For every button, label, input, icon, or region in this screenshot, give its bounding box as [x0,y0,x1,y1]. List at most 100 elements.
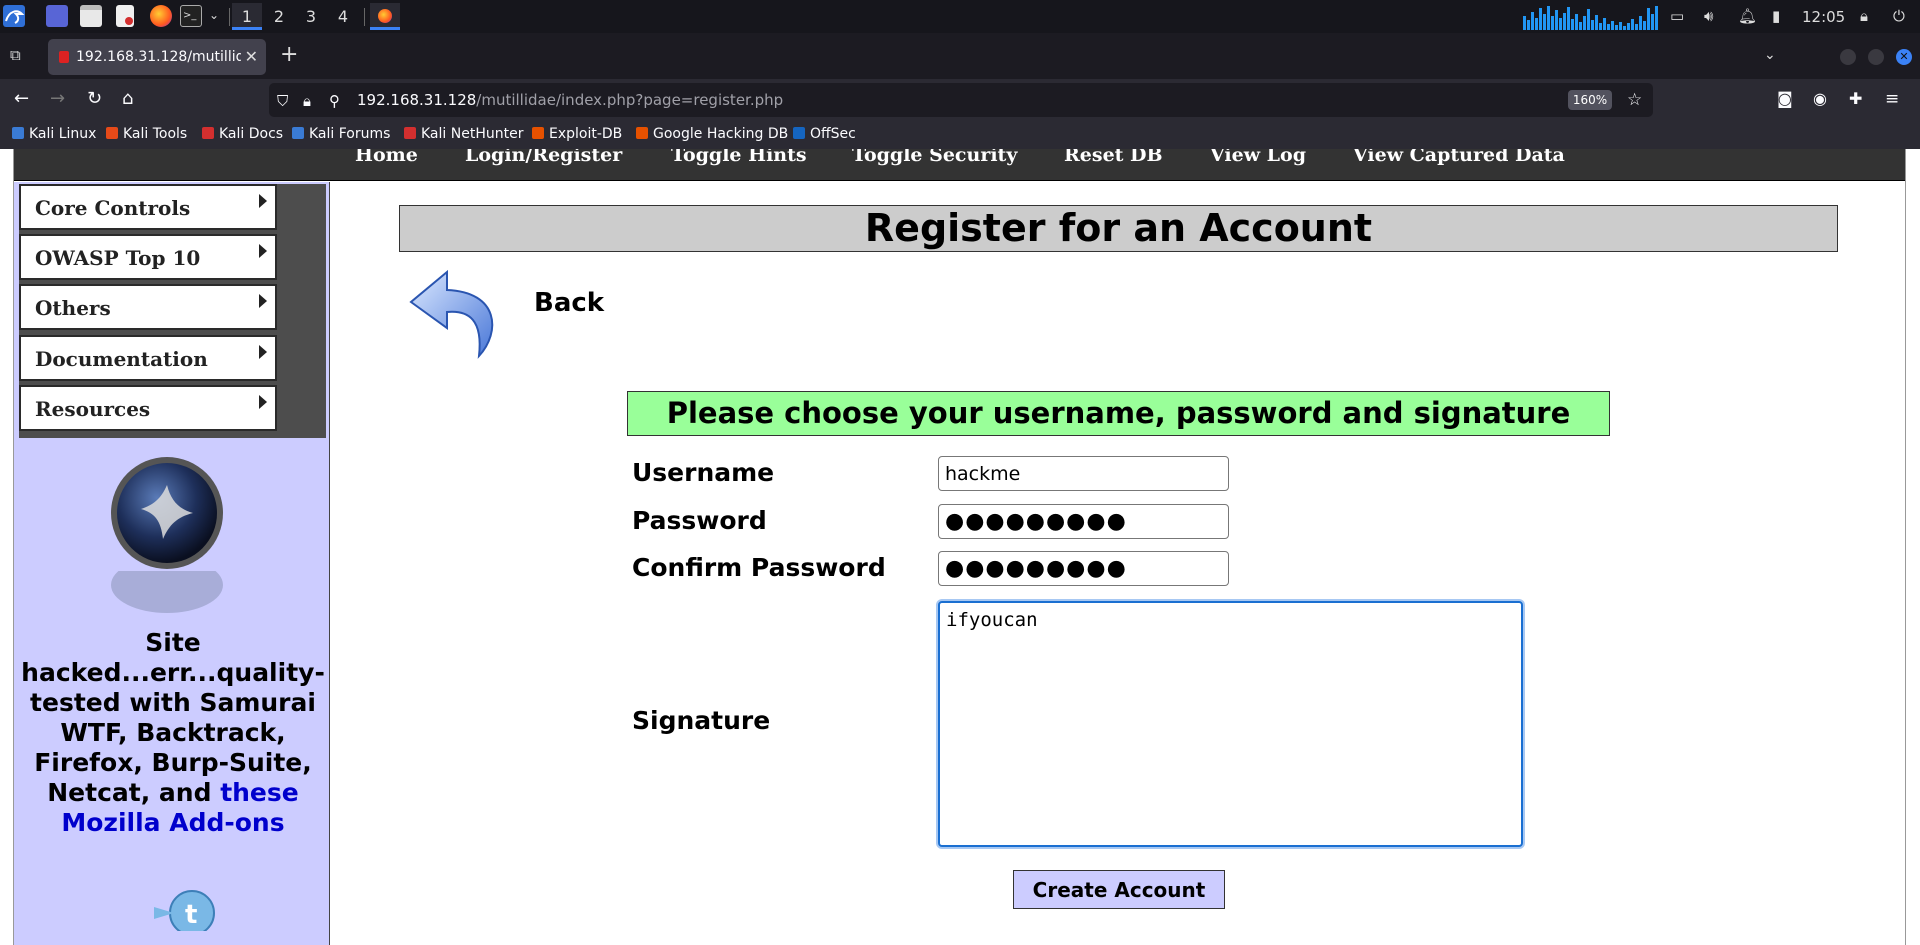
bookmark-exploit-db[interactable]: Exploit-DB [532,126,622,142]
page-border-right [1905,149,1906,945]
bookmark-kali-linux[interactable]: Kali Linux [12,126,96,142]
page-title: Register for an Account [399,205,1838,252]
lock-icon[interactable]: 🔒︎ [1860,8,1868,24]
home-icon[interactable]: ⌂ [122,88,133,110]
new-tab-button[interactable]: + [280,44,298,66]
desktop-icon[interactable] [46,5,68,27]
shield-icon[interactable]: ⛉ [277,90,288,112]
kali-menu-icon[interactable] [3,5,25,27]
firefox-icon[interactable] [150,5,172,27]
bookmark-kali-tools[interactable]: Kali Tools [106,126,187,142]
firefox-icon [378,9,392,23]
browser-toolbar: ← → ↻ ⌂ ⛉ 🔒︎ ⚲ 192.168.31.128/mutillidae… [0,79,1920,121]
site-favicon-icon [59,51,69,63]
files-icon[interactable] [80,5,102,27]
submenu-arrow-icon [259,395,267,409]
web-page: Home Login/Register Toggle Hints Toggle … [0,149,1920,945]
battery-icon: ▮ [1772,7,1781,25]
url-bar[interactable]: ⛉ 🔒︎ ⚲ 192.168.31.128/mutillidae/index.p… [269,83,1653,117]
back-nav-icon[interactable]: ← [14,88,29,110]
zoom-level-badge[interactable]: 160% [1568,90,1612,110]
kali-nethunter-icon [404,127,416,139]
dropdown-icon[interactable]: ⌄ [209,7,219,23]
url-host: 192.168.31.128 [357,91,477,109]
extensions-icon[interactable]: ✚ [1849,88,1862,110]
top-menu-bar: Home Login/Register Toggle Hints Toggle … [14,149,1905,181]
reload-icon[interactable]: ↻ [87,88,102,110]
volume-icon[interactable]: 🔊︎ [1704,8,1713,24]
exploit-db-icon [532,127,544,139]
bookmark-star-icon[interactable]: ☆ [1627,89,1642,111]
menu-toggle-security[interactable]: Toggle Security [852,149,1017,165]
taskbar-separator [364,8,365,26]
sidebar-item-label: OWASP Top 10 [35,246,201,270]
sidebar-item-resources[interactable]: Resources [19,385,277,431]
minimize-window-icon[interactable] [1840,49,1856,65]
menu-view-log[interactable]: View Log [1210,149,1306,165]
sidebar-credits-text: Site hacked...err...quality-tested with … [18,628,328,838]
forward-nav-icon[interactable]: → [50,88,65,110]
offsec-icon [793,127,805,139]
workspace-3[interactable]: 3 [296,3,326,30]
menu-login-register[interactable]: Login/Register [465,149,622,165]
sidebar-item-core-controls[interactable]: Core Controls [19,184,277,230]
power-icon[interactable]: ⏻ [1893,8,1905,24]
menu-view-captured-data[interactable]: View Captured Data [1353,149,1565,165]
owasp-logo-reflection [111,571,223,613]
username-label: Username [632,458,775,487]
list-all-tabs-icon[interactable]: ⌄ [1764,47,1776,63]
signature-label: Signature [632,706,771,735]
text-editor-icon[interactable] [116,5,134,27]
tab-overview-icon[interactable]: ⧉ [10,47,21,63]
menu-toggle-hints[interactable]: Toggle Hints [671,149,807,165]
url-text[interactable]: 192.168.31.128/mutillidae/index.php?page… [357,91,783,109]
sidebar-item-label: Resources [35,397,151,421]
submenu-arrow-icon [259,294,267,308]
sidebar-item-label: Others [35,296,111,320]
display-icon[interactable]: ▭ [1670,8,1684,24]
bookmark-kali-nethunter[interactable]: Kali NetHunter [404,126,523,142]
insecure-lock-icon[interactable]: 🔒︎ [303,90,311,112]
create-account-button[interactable]: Create Account [1013,870,1225,909]
close-tab-icon[interactable]: ✕ [245,47,258,66]
menu-home[interactable]: Home [355,149,418,165]
username-input[interactable] [938,456,1229,491]
sidebar: Core Controls OWASP Top 10 Others Docume… [14,182,330,945]
notification-icon[interactable]: 🔔︎ [1738,8,1757,24]
sidebar-item-others[interactable]: Others [19,284,277,330]
workspace-4[interactable]: 4 [328,3,358,30]
workspace-2[interactable]: 2 [264,3,294,30]
bookmark-offsec[interactable]: OffSec [793,126,856,142]
bookmark-kali-forums[interactable]: Kali Forums [292,126,390,142]
taskbar-separator [229,8,230,26]
clock[interactable]: 12:05 [1802,8,1845,26]
firefox-window-button[interactable] [370,3,400,30]
back-link[interactable]: Back [534,288,604,318]
main-content: Register for an Account Back Please choo… [331,182,1905,945]
workspace-1[interactable]: 1 [232,3,262,30]
sidebar-item-documentation[interactable]: Documentation [19,335,277,381]
sidebar-item-label: Documentation [35,347,208,371]
bookmark-kali-docs[interactable]: Kali Docs [202,126,283,142]
bookmark-google-hacking-db[interactable]: Google Hacking DB [636,126,788,142]
password-label: Password [632,506,767,535]
password-input[interactable] [938,504,1229,539]
twitter-bird-icon[interactable]: t [144,887,228,931]
browser-tab-active[interactable]: 192.168.31.128/mutillidae/ ✕ [48,39,266,75]
menu-hamburger-icon[interactable]: ≡ [1885,88,1899,110]
sidebar-item-owasp-top-10[interactable]: OWASP Top 10 [19,234,277,280]
maximize-window-icon[interactable] [1868,49,1884,65]
terminal-icon[interactable]: >_ [180,5,202,27]
kali-linux-icon [12,127,24,139]
site-info-icon[interactable]: ⚲ [329,90,340,112]
close-window-icon[interactable]: ✕ [1896,49,1912,65]
signature-textarea[interactable]: ifyoucan [938,601,1523,847]
pocket-icon[interactable]: ◙ [1777,88,1793,110]
submenu-arrow-icon [259,194,267,208]
form-header: Please choose your username, password an… [627,391,1610,436]
network-graph [1523,6,1658,30]
back-arrow-icon[interactable] [407,268,505,360]
menu-reset-db[interactable]: Reset DB [1064,149,1163,165]
confirm-password-input[interactable] [938,551,1229,586]
account-icon[interactable]: ◉ [1813,88,1827,110]
